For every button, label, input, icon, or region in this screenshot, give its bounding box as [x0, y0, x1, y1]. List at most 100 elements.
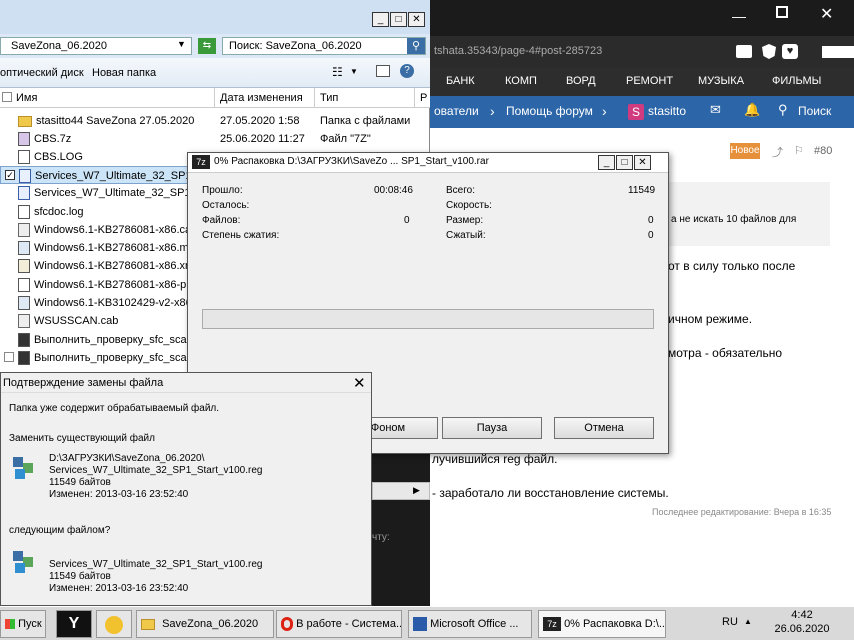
avatar[interactable]: S: [628, 104, 644, 120]
file-name: CBS.LOG: [34, 151, 83, 163]
list-item[interactable]: CBS.7z 25.06.2020 11:27 Файл "7Z": [0, 130, 428, 148]
chevron-right-icon[interactable]: ▶: [413, 485, 420, 496]
maximize-icon[interactable]: [776, 6, 788, 18]
column-name[interactable]: Имя: [16, 92, 37, 104]
archive-icon: [18, 132, 30, 147]
msu-file-icon: [18, 296, 30, 311]
incoming-size: 11549 байтов: [49, 571, 111, 582]
close-icon[interactable]: ✕: [353, 374, 366, 392]
elapsed-label: Прошло:: [202, 185, 243, 196]
search-input[interactable]: Поиск: SaveZona_06.2020: [229, 40, 362, 52]
heart-icon[interactable]: ♥: [782, 44, 798, 59]
address-text: SaveZona_06.2020: [11, 40, 108, 52]
file-name: sfcdoc.log: [34, 206, 84, 218]
post-number[interactable]: #80: [814, 145, 832, 157]
burn-disc-button[interactable]: оптический диск: [0, 67, 84, 79]
maximize-button[interactable]: □: [390, 12, 407, 27]
cancel-button[interactable]: Отмена: [554, 417, 654, 439]
quicklaunch-icon[interactable]: Y: [56, 610, 92, 638]
envelope-icon[interactable]: ✉: [710, 102, 721, 118]
preview-pane-icon[interactable]: [376, 65, 390, 77]
bell-icon[interactable]: 🔔: [744, 102, 760, 118]
minimize-icon[interactable]: —: [732, 8, 746, 24]
chevron-up-icon[interactable]: ▲: [744, 617, 752, 626]
close-icon[interactable]: ✕: [820, 4, 833, 24]
existing-name: Services_W7_Ultimate_32_SP1_Start_v100.r…: [49, 465, 263, 476]
task-word[interactable]: Microsoft Office ...: [408, 610, 532, 638]
select-all-checkbox[interactable]: [2, 92, 12, 102]
maximize-button[interactable]: □: [616, 155, 633, 170]
existing-size: 11549 байтов: [49, 477, 111, 488]
existing-path: D:\ЗАГРУЗКИ\SaveZona_06.2020\: [49, 453, 205, 464]
file-name: Windows6.1-KB2786081-x86.msu: [34, 242, 201, 254]
progress-bar: [202, 309, 654, 329]
word-icon: [413, 617, 427, 632]
view-icon[interactable]: ☷: [332, 65, 343, 79]
search-icon[interactable]: ⚲: [778, 102, 788, 118]
incoming-name: Services_W7_Ultimate_32_SP1_Start_v100.r…: [49, 559, 263, 570]
clock[interactable]: 4:42 26.06.2020: [752, 608, 852, 638]
nav-search[interactable]: Поиск: [798, 104, 831, 118]
file-name: stasitto44 SaveZona 27.05.2020: [36, 115, 195, 127]
close-button[interactable]: ✕: [634, 155, 651, 170]
menu-item-bank[interactable]: БАНК: [446, 75, 475, 87]
column-divider[interactable]: [214, 88, 215, 108]
quicklaunch-face-icon[interactable]: [96, 610, 132, 638]
column-header: Имя Дата изменения Тип Р: [0, 88, 430, 108]
task-7zip[interactable]: 7z 0% Распаковка D:\...: [538, 610, 666, 638]
text-file-icon: [18, 205, 30, 220]
refresh-icon[interactable]: ⇆: [198, 38, 216, 54]
horizontal-scrollbar[interactable]: ▶: [372, 482, 430, 500]
column-size[interactable]: Р: [420, 92, 427, 104]
minimize-button[interactable]: _: [372, 12, 389, 27]
search-icon[interactable]: ⚲: [407, 38, 425, 54]
column-divider[interactable]: [414, 88, 415, 108]
reg-file-icon: [19, 169, 31, 183]
column-date[interactable]: Дата изменения: [220, 92, 303, 104]
file-name: Выполнить_проверку_sfc_scanno: [34, 352, 205, 364]
menu-item-comp[interactable]: КОМП: [505, 75, 537, 87]
nav-user[interactable]: stasitto: [648, 104, 686, 118]
files-label: Файлов:: [202, 215, 241, 226]
start-button[interactable]: Пуск: [0, 610, 46, 638]
help-icon[interactable]: ?: [400, 64, 414, 78]
row-checkbox[interactable]: ✓: [5, 170, 15, 180]
nav-help[interactable]: Помощь форум: [506, 104, 593, 118]
menu-item-word[interactable]: ВОРД: [566, 75, 596, 87]
edited-note: Последнее редактирование: Вчера в 16:35: [652, 507, 832, 517]
row-checkbox[interactable]: [4, 352, 14, 362]
folder-icon: [18, 115, 32, 127]
search-box[interactable]: Поиск: SaveZona_06.2020 ⚲: [222, 37, 426, 55]
file-type: Файл "7Z": [320, 133, 371, 145]
total-value: 11549: [628, 185, 656, 196]
menu-item-films[interactable]: ФИЛЬМЫ: [772, 75, 821, 87]
menu-item-music[interactable]: МУЗЫКА: [698, 75, 744, 87]
msu-file-icon: [18, 241, 30, 256]
chevron-down-icon[interactable]: ▼: [350, 67, 358, 76]
shield-icon[interactable]: [762, 44, 776, 59]
minimize-button[interactable]: _: [598, 155, 615, 170]
column-divider[interactable]: [314, 88, 315, 108]
task-opera[interactable]: В работе - Система...: [276, 610, 402, 638]
extension-icon[interactable]: [822, 46, 854, 58]
bookmark-icon[interactable]: ⚐: [794, 144, 804, 157]
chevron-right-icon: ›: [602, 103, 607, 119]
share-icon[interactable]: ⤴: [772, 144, 783, 160]
clock-date: 26.06.2020: [774, 623, 830, 635]
close-button[interactable]: ✕: [408, 12, 425, 27]
language-indicator[interactable]: RU: [722, 616, 738, 628]
quote-text: а не искать 10 файлов для: [671, 214, 797, 225]
opera-icon: [281, 617, 293, 632]
address-bar[interactable]: tshata.35343/page-4#post-285723 ♥: [430, 36, 854, 68]
task-explorer[interactable]: SaveZona_06.2020: [136, 610, 274, 638]
nav-users[interactable]: ователи: [434, 104, 479, 118]
new-folder-button[interactable]: Новая папка: [92, 67, 156, 79]
chevron-down-icon[interactable]: ▼: [177, 39, 186, 49]
address-field[interactable]: SaveZona_06.2020 ▼: [0, 37, 192, 55]
column-type[interactable]: Тип: [320, 92, 338, 104]
camera-icon[interactable]: [736, 45, 752, 58]
packed-value: 0: [648, 230, 654, 241]
list-item[interactable]: stasitto44 SaveZona 27.05.2020 27.05.2020…: [0, 112, 428, 130]
pause-button[interactable]: Пауза: [442, 417, 542, 439]
menu-item-repair[interactable]: РЕМОНТ: [626, 75, 673, 87]
